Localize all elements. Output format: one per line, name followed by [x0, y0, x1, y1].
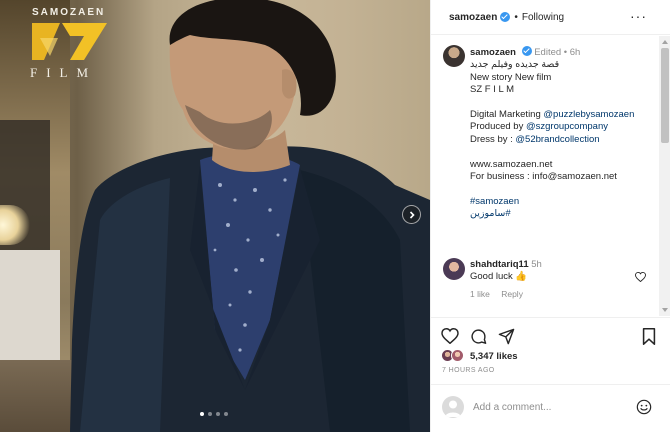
bookmark-icon[interactable]: [642, 328, 656, 345]
likes-row: 5,347 likes: [431, 346, 670, 366]
verified-icon: [500, 12, 511, 22]
business-contact-text: For business : info@samozaen.net: [470, 171, 617, 183]
carousel-indicator: [200, 412, 228, 416]
produced-by-label: Produced by: [470, 121, 526, 133]
carousel-dot: [208, 412, 212, 416]
scroll-down-arrow-icon[interactable]: [662, 308, 668, 312]
user-avatar-placeholder-icon: [445, 400, 461, 417]
caption-sz-line: SZ F I L M: [470, 84, 514, 96]
add-comment-input[interactable]: [473, 398, 623, 416]
digital-marketing-label: Digital Marketing: [470, 109, 544, 121]
hashtag-link[interactable]: #ساموزين: [470, 208, 511, 219]
website-text: www.samozaen.net: [470, 158, 553, 170]
following-button[interactable]: Following: [522, 12, 564, 23]
brand-logo-letters: SAMOZAEN: [32, 7, 106, 18]
liker-avatar[interactable]: [451, 349, 464, 362]
caption-time[interactable]: 6h: [570, 47, 581, 58]
commenter-avatar[interactable]: [443, 258, 465, 280]
header-separator: •: [514, 11, 518, 23]
mention-link[interactable]: @szgroupcompany: [526, 121, 608, 132]
share-icon[interactable]: [498, 328, 515, 345]
carousel-dot: [224, 412, 228, 416]
caption-username[interactable]: samozaen: [470, 47, 516, 58]
owner-avatar[interactable]: [443, 45, 465, 67]
mention-link[interactable]: @puzzlebysamozaen: [543, 109, 634, 120]
commenter-username[interactable]: shahdtariq11: [470, 259, 529, 270]
post-header: samozaen • Following ···: [431, 0, 670, 35]
verified-icon: [521, 46, 532, 56]
heart-icon[interactable]: [441, 328, 459, 344]
brand-logo: SAMOZAEN FILM: [22, 7, 117, 82]
mention-link[interactable]: @52brandcollection: [515, 134, 599, 145]
comment-likes-count[interactable]: 1 like: [470, 289, 490, 299]
scroll-up-arrow-icon[interactable]: [662, 40, 668, 44]
carousel-dot: [200, 412, 204, 416]
reply-button[interactable]: Reply: [501, 289, 523, 299]
post-time-ago[interactable]: 7 HOURS AGO: [442, 367, 495, 374]
comment-like-heart-icon[interactable]: [635, 272, 646, 282]
comment-text: Good luck 👍: [470, 271, 528, 283]
add-comment-bar: [431, 384, 670, 432]
more-options-icon[interactable]: ···: [630, 9, 647, 23]
caption-edited: Edited: [534, 47, 562, 58]
hashtag-link[interactable]: #samozaen: [470, 196, 519, 207]
scrollbar-thumb[interactable]: [661, 48, 669, 143]
comment-time[interactable]: 5h: [531, 259, 542, 270]
user-avatar: [442, 396, 464, 418]
carousel-dot: [216, 412, 220, 416]
caption-english-line: New story New film: [470, 71, 552, 83]
comment-icon[interactable]: [470, 328, 487, 345]
comments-scrollbar[interactable]: [659, 36, 670, 316]
brand-logo-film: FILM: [30, 65, 98, 80]
chevron-right-icon: [409, 210, 415, 219]
post-caption: samozaen Edited • 6h قصة جديده وفيلم جدي…: [470, 46, 655, 221]
caption-separator: •: [563, 47, 568, 58]
post-details-panel: samozaen • Following ··· samozaen Edited…: [430, 0, 670, 432]
post-photo[interactable]: SAMOZAEN FILM: [0, 0, 430, 432]
carousel-next-button[interactable]: [402, 205, 421, 224]
caption-arabic-line: قصة جديده وفيلم جديد: [470, 59, 560, 71]
comments-scroll-area[interactable]: samozaen Edited • 6h قصة جديده وفيلم جدي…: [431, 36, 659, 316]
likes-count[interactable]: 5,347 likes: [470, 351, 518, 362]
emoji-icon[interactable]: [636, 399, 652, 415]
header-username[interactable]: samozaen: [449, 12, 497, 23]
dress-by-label: Dress by :: [470, 133, 516, 145]
